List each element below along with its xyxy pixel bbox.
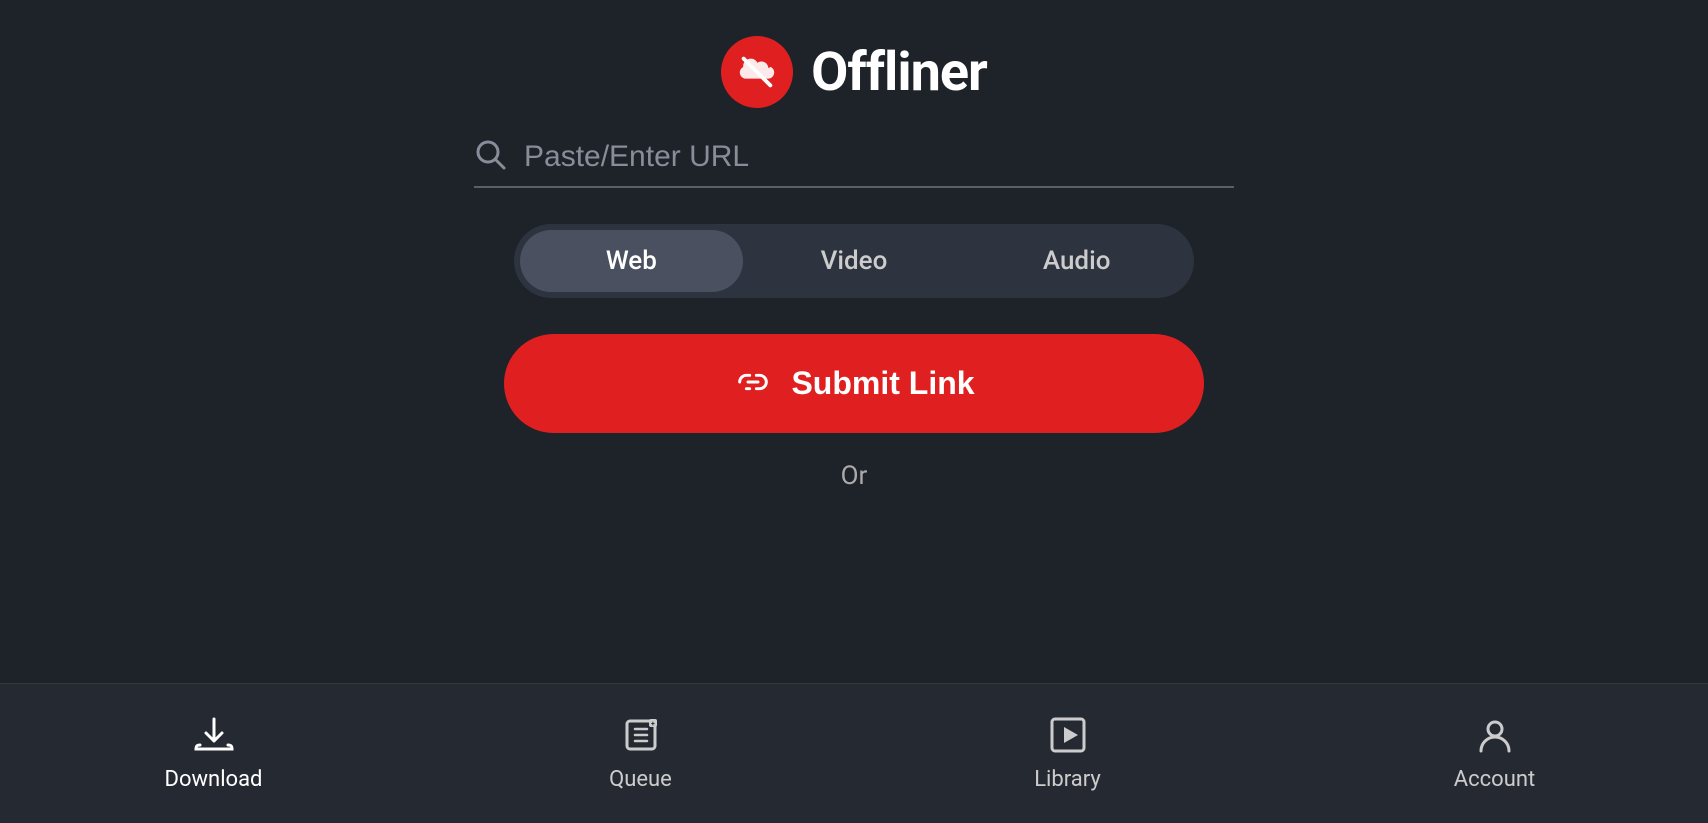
nav-label-library: Library (1034, 767, 1101, 792)
search-bar (474, 138, 1234, 188)
nav-label-queue: Queue (609, 767, 672, 792)
tab-video[interactable]: Video (743, 230, 966, 292)
nav-item-download[interactable]: Download (0, 715, 427, 792)
search-icon (474, 138, 508, 176)
tabs-container: Web Video Audio (514, 224, 1194, 298)
app-logo (721, 36, 793, 108)
nav-label-download: Download (165, 767, 263, 792)
download-icon (194, 715, 234, 759)
bottom-navigation: Download + Queue Library (0, 683, 1708, 823)
app-title: Offliner (811, 41, 987, 104)
nav-item-queue[interactable]: + Queue (427, 715, 854, 792)
svg-text:+: + (651, 720, 655, 728)
or-divider: Or (841, 461, 868, 491)
account-icon (1475, 715, 1515, 759)
nav-item-account[interactable]: Account (1281, 715, 1708, 792)
queue-icon: + (621, 715, 661, 759)
header: Offliner (721, 0, 987, 138)
library-icon (1048, 715, 1088, 759)
submit-link-button[interactable]: Submit Link (504, 334, 1204, 433)
submit-button-label: Submit Link (791, 365, 974, 402)
nav-label-account: Account (1454, 767, 1535, 792)
link-icon (733, 364, 773, 403)
nav-item-library[interactable]: Library (854, 715, 1281, 792)
tab-web[interactable]: Web (520, 230, 743, 292)
logo-icon (736, 51, 778, 93)
tab-audio[interactable]: Audio (965, 230, 1188, 292)
url-input[interactable] (524, 140, 1234, 174)
